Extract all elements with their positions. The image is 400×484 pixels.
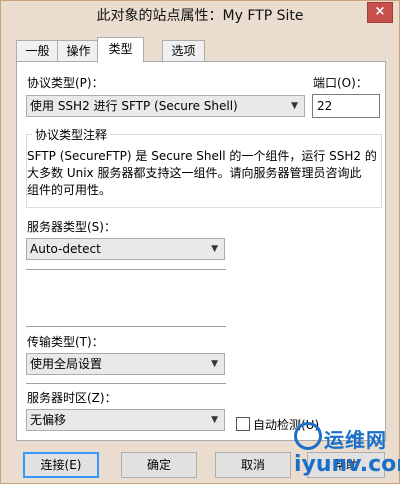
protocol-notes-line: SFTP (SecureFTP) 是 Secure Shell 的一个组件，运行… — [27, 149, 377, 163]
chevron-down-icon: ▼ — [211, 359, 218, 369]
cancel-button[interactable]: 取消 — [215, 452, 291, 478]
tab-actions-label: 操作 — [66, 44, 91, 58]
separator — [26, 269, 226, 270]
transfer-type-label: 传输类型(T)： — [27, 335, 104, 349]
transfer-type-value: 使用全局设置 — [30, 357, 103, 371]
tab-type[interactable]: 类型 — [97, 37, 144, 63]
window-title: 此对象的站点属性：My FTP Site — [96, 8, 304, 24]
server-type-label: 服务器类型(S)： — [27, 220, 116, 234]
protocol-select[interactable]: 使用 SSH2 进行 SFTP (Secure Shell) ▼ — [26, 95, 305, 117]
timezone-select[interactable]: 无偏移 ▼ — [26, 409, 225, 431]
protocol-notes-title: 协议类型注释 — [32, 126, 111, 143]
title-bar[interactable]: 此对象的站点属性：My FTP Site × — [1, 1, 399, 27]
protocol-notes-line: 大多数 Unix 服务器都支持这一组件。请向服务器管理员咨询此 — [27, 166, 362, 180]
watermark-bottom-text: iyunv.com — [294, 452, 400, 477]
ok-button-label: 确定 — [146, 458, 171, 472]
tab-general[interactable]: 一般 — [16, 40, 59, 62]
port-input[interactable]: 22 — [312, 94, 380, 118]
dialog-window: 此对象的站点属性：My FTP Site × 一般 操作 类型 选项 协议类型(… — [0, 0, 400, 484]
separator — [26, 383, 226, 384]
autodetect-checkbox[interactable] — [236, 417, 250, 431]
tab-general-label: 一般 — [25, 44, 50, 58]
tab-options-label: 选项 — [171, 44, 196, 58]
chevron-down-icon: ▼ — [211, 244, 218, 254]
ok-button[interactable]: 确定 — [121, 452, 197, 478]
watermark: 运维网 iyunv.com — [292, 422, 400, 484]
cancel-button-label: 取消 — [240, 458, 265, 472]
chevron-down-icon: ▼ — [291, 101, 298, 111]
port-value: 22 — [317, 99, 333, 113]
tab-panel: 协议类型(P)： 使用 SSH2 进行 SFTP (Secure Shell) … — [16, 61, 386, 441]
close-button[interactable]: × — [367, 2, 393, 23]
timezone-label: 服务器时区(Z)： — [27, 391, 117, 405]
transfer-type-select[interactable]: 使用全局设置 ▼ — [26, 353, 225, 375]
protocol-value: 使用 SSH2 进行 SFTP (Secure Shell) — [30, 99, 238, 113]
chevron-down-icon: ▼ — [211, 415, 218, 425]
server-type-value: Auto-detect — [30, 242, 101, 256]
timezone-value: 无偏移 — [30, 413, 67, 427]
tab-type-label: 类型 — [108, 42, 133, 56]
connect-button-label: 连接(E) — [40, 458, 82, 472]
connect-button[interactable]: 连接(E) — [23, 452, 99, 478]
port-label: 端口(O)： — [313, 76, 368, 90]
protocol-notes-line: 组件的可用性。 — [27, 183, 112, 197]
close-icon: × — [374, 4, 386, 19]
tab-actions[interactable]: 操作 — [57, 40, 100, 62]
watermark-logo-icon — [294, 422, 322, 450]
separator — [26, 326, 226, 327]
server-type-select[interactable]: Auto-detect ▼ — [26, 238, 225, 260]
watermark-top-text: 运维网 — [324, 428, 387, 452]
tab-options[interactable]: 选项 — [162, 40, 205, 62]
protocol-label: 协议类型(P)： — [27, 76, 104, 90]
protocol-notes-text: SFTP (SecureFTP) 是 Secure Shell 的一个组件，运行… — [27, 148, 377, 199]
